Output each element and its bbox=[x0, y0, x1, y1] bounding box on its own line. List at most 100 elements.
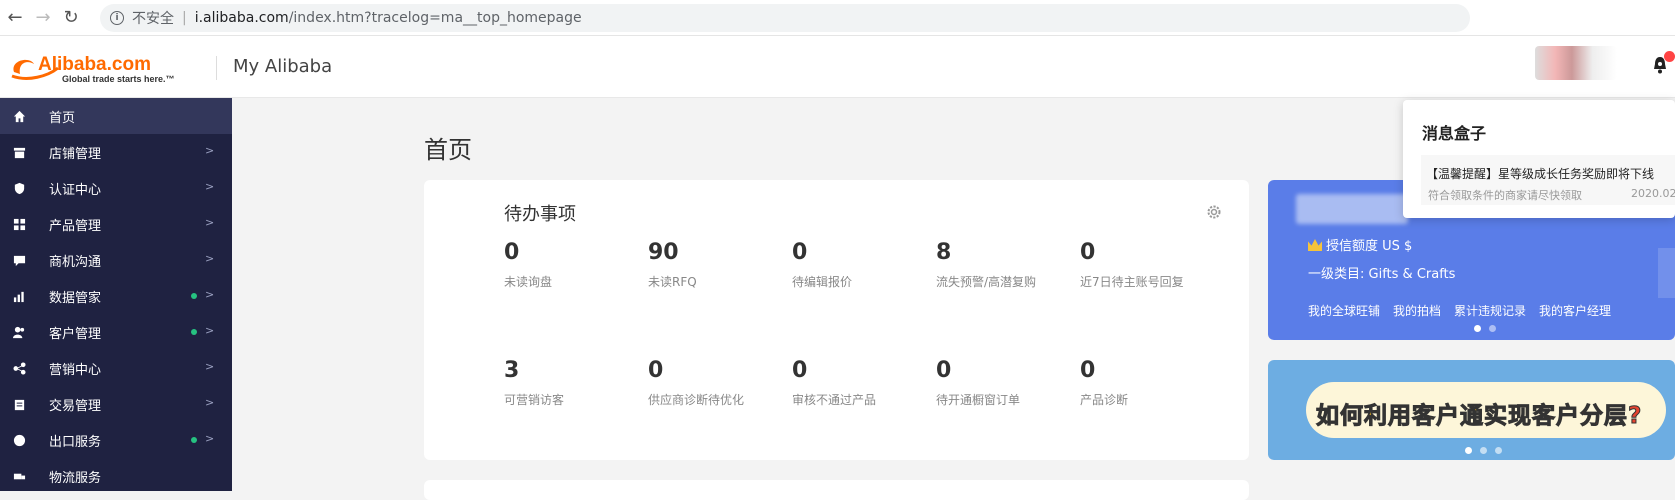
sidebar-item-data[interactable]: 数据管家 > bbox=[0, 278, 232, 314]
stat-pending-quotes[interactable]: 0 待编辑报价 bbox=[792, 240, 932, 290]
url-text: i.alibaba.com/index.htm?tracelog=ma__top… bbox=[195, 10, 582, 26]
banner-text-b: 实现客户分层? bbox=[1483, 403, 1643, 430]
chat-icon bbox=[11, 252, 27, 268]
security-label: 不安全 bbox=[132, 11, 174, 27]
stat-supplier-diagnosis[interactable]: 0 供应商诊断待优化 bbox=[648, 358, 788, 408]
link-account-manager[interactable]: 我的客户经理 bbox=[1539, 302, 1611, 319]
stat-value: 0 bbox=[504, 240, 520, 265]
message-box-title: 消息盒子 bbox=[1422, 124, 1487, 143]
forward-arrow-icon[interactable]: → bbox=[30, 5, 56, 31]
sidebar-item-marketing[interactable]: 营销中心 > bbox=[0, 350, 232, 386]
stat-unread-rfq[interactable]: 90 未读RFQ bbox=[648, 240, 788, 290]
todo-title: 待办事项 bbox=[504, 204, 576, 225]
carousel-next-button[interactable] bbox=[1658, 248, 1675, 298]
logo-tagline: Global trade starts here.™ bbox=[62, 74, 175, 84]
crown-icon bbox=[1308, 239, 1322, 251]
todo-card: 待办事项 0 未读询盘 90 未读RFQ 0 待编辑报价 8 流失预警/高潜复购… bbox=[424, 180, 1249, 460]
status-dot bbox=[191, 329, 197, 335]
stat-rejected-products[interactable]: 0 审核不通过产品 bbox=[792, 358, 932, 408]
notification-badge bbox=[1664, 51, 1675, 62]
credit-line: 授信额度 US $ bbox=[1308, 235, 1412, 254]
alibaba-logo[interactable]: Alibaba.com Global trade starts here.™ bbox=[8, 50, 198, 86]
stat-marketable-visitors[interactable]: 3 可营销访客 bbox=[504, 358, 644, 408]
sidebar-item-messages[interactable]: 商机沟通 > bbox=[0, 242, 232, 278]
clipboard-icon bbox=[11, 396, 27, 412]
carousel-dot[interactable] bbox=[1489, 325, 1496, 332]
shield-icon bbox=[11, 180, 27, 196]
stat-value: 3 bbox=[504, 358, 520, 383]
url-separator: | bbox=[182, 10, 187, 26]
stat-value: 0 bbox=[1080, 240, 1096, 265]
header-divider bbox=[216, 56, 217, 80]
home-icon bbox=[11, 108, 27, 124]
site-header: Alibaba.com Global trade starts here.™ M… bbox=[0, 36, 1675, 98]
sidebar-item-home[interactable]: 首页 bbox=[0, 98, 232, 134]
chevron-right-icon: > bbox=[205, 324, 215, 337]
stat-label: 未读询盘 bbox=[504, 275, 553, 289]
sidebar-item-logistics[interactable]: 物流服务 bbox=[0, 458, 232, 491]
chevron-right-icon: > bbox=[205, 396, 215, 409]
sidebar: 首页 店铺管理 > 认证中心 > 产品管理 > 商机沟通 > 数据管家 > 客户… bbox=[0, 98, 232, 491]
chevron-right-icon: > bbox=[205, 288, 215, 301]
sidebar-item-trade[interactable]: 交易管理 > bbox=[0, 386, 232, 422]
stat-label: 供应商诊断待优化 bbox=[648, 393, 745, 407]
page-header-title: My Alibaba bbox=[233, 56, 333, 77]
carousel-dots bbox=[1474, 325, 1496, 332]
sidebar-item-store[interactable]: 店铺管理 > bbox=[0, 134, 232, 170]
stat-value: 0 bbox=[792, 240, 808, 265]
link-violations[interactable]: 累计违规记录 bbox=[1454, 302, 1526, 319]
store-icon bbox=[11, 144, 27, 160]
avatar[interactable] bbox=[1535, 46, 1617, 80]
account-links: 我的全球旺铺 我的拍档 累计违规记录 我的客户经理 bbox=[1308, 302, 1611, 319]
sidebar-item-label: 数据管家 bbox=[49, 290, 102, 306]
carousel-dot[interactable] bbox=[1480, 447, 1487, 454]
browser-toolbar: ← → ↻ i 不安全 | i.alibaba.com/index.htm?tr… bbox=[0, 0, 1675, 36]
sidebar-item-export[interactable]: 出口服务 > bbox=[0, 422, 232, 458]
stat-value: 0 bbox=[1080, 358, 1096, 383]
stat-label: 产品诊断 bbox=[1080, 393, 1129, 407]
reload-icon[interactable]: ↻ bbox=[58, 5, 84, 31]
message-item-date: 2020.02 bbox=[1631, 187, 1675, 200]
status-dot bbox=[191, 437, 197, 443]
message-box-popover: 消息盒子 【温馨提醒】星等级成长任务奖励即将下线 符合领取条件的商家请尽快领取 … bbox=[1403, 100, 1675, 218]
stat-value: 0 bbox=[936, 358, 952, 383]
sidebar-item-label: 交易管理 bbox=[49, 398, 102, 414]
chevron-right-icon: > bbox=[205, 432, 215, 445]
message-item[interactable]: 【温馨提醒】星等级成长任务奖励即将下线 符合领取条件的商家请尽快领取 2020.… bbox=[1421, 155, 1675, 205]
stat-unread-inquiries[interactable]: 0 未读询盘 bbox=[504, 240, 644, 290]
stat-label: 待开通橱窗订单 bbox=[936, 393, 1021, 407]
chevron-right-icon: > bbox=[205, 252, 215, 265]
sidebar-item-certification[interactable]: 认证中心 > bbox=[0, 170, 232, 206]
promo-banner[interactable]: 如何利用客户通实现客户分层? bbox=[1268, 360, 1675, 460]
stat-product-diagnosis[interactable]: 0 产品诊断 bbox=[1080, 358, 1220, 408]
bar-chart-icon bbox=[11, 288, 27, 304]
carousel-dot[interactable] bbox=[1474, 325, 1481, 332]
users-icon bbox=[11, 324, 27, 340]
gear-icon[interactable] bbox=[1206, 204, 1222, 220]
sidebar-item-label: 认证中心 bbox=[49, 182, 102, 198]
chevron-right-icon: > bbox=[205, 180, 215, 193]
sidebar-item-label: 首页 bbox=[49, 110, 76, 126]
stat-churn-warning[interactable]: 8 流失预警/高潜复购 bbox=[936, 240, 1076, 290]
stat-label: 审核不通过产品 bbox=[792, 393, 877, 407]
url-host: i.alibaba.com bbox=[194, 10, 289, 26]
sidebar-item-customers[interactable]: 客户管理 > bbox=[0, 314, 232, 350]
stat-showcase-orders[interactable]: 0 待开通橱窗订单 bbox=[936, 358, 1076, 408]
stat-main-account-reply[interactable]: 0 近7日待主账号回复 bbox=[1080, 240, 1220, 290]
credit-label: 授信额度 US $ bbox=[1326, 239, 1413, 254]
carousel-dot[interactable] bbox=[1465, 447, 1472, 454]
chevron-right-icon: > bbox=[205, 144, 215, 157]
sidebar-item-label: 物流服务 bbox=[49, 470, 102, 486]
stat-value: 90 bbox=[648, 240, 679, 265]
stat-value: 8 bbox=[936, 240, 952, 265]
banner-text: 如何利用客户通实现客户分层? bbox=[1316, 396, 1642, 430]
back-arrow-icon[interactable]: ← bbox=[2, 5, 28, 31]
sidebar-item-products[interactable]: 产品管理 > bbox=[0, 206, 232, 242]
info-icon[interactable]: i bbox=[110, 11, 124, 25]
stat-label: 近7日待主账号回复 bbox=[1080, 275, 1184, 289]
address-bar[interactable]: i 不安全 | i.alibaba.com/index.htm?tracelog… bbox=[100, 4, 1470, 32]
link-my-partner[interactable]: 我的拍档 bbox=[1393, 302, 1441, 319]
carousel-dot[interactable] bbox=[1495, 447, 1502, 454]
link-global-store[interactable]: 我的全球旺铺 bbox=[1308, 302, 1380, 319]
stat-label: 待编辑报价 bbox=[792, 275, 853, 289]
